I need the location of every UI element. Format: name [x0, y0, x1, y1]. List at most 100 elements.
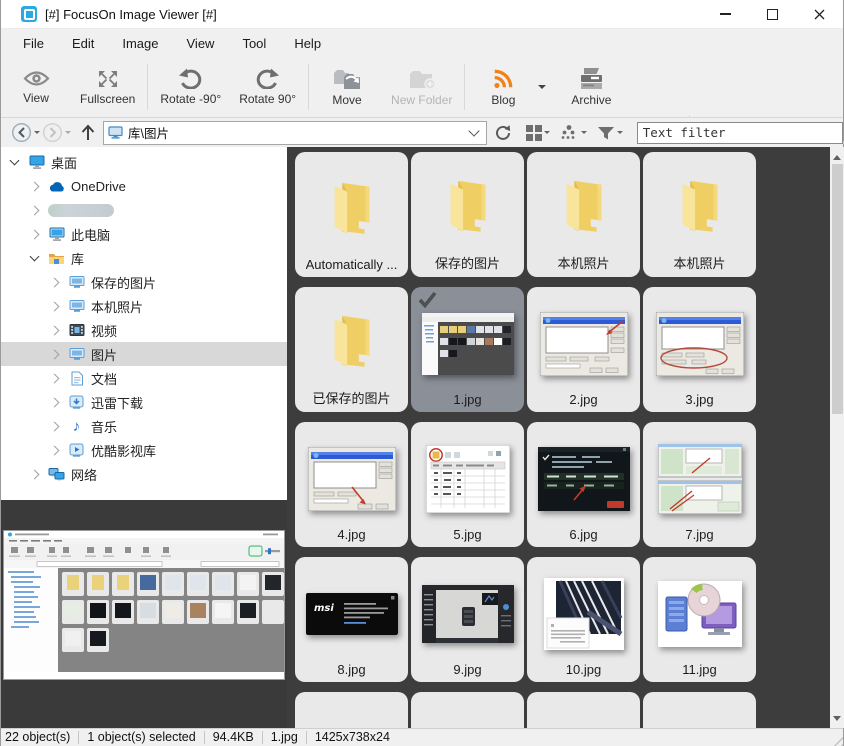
fullscreen-button[interactable]: Fullscreen	[71, 65, 144, 110]
new-folder-button[interactable]: New Folder	[382, 64, 461, 111]
blog-dropdown-caret[interactable]	[538, 85, 546, 93]
new-folder-label: New Folder	[391, 93, 452, 107]
refresh-button[interactable]	[494, 124, 512, 142]
close-button[interactable]	[796, 0, 843, 28]
expand-chevron[interactable]	[50, 277, 60, 287]
thumbnail-grid: Automatically ... 保存的图片 本机照片 本机照片 已保存的图片	[287, 147, 830, 728]
rss-icon	[491, 68, 515, 90]
image-thumbnail	[422, 566, 514, 662]
tile-image-partial-3[interactable]	[527, 692, 640, 728]
view-button[interactable]: View	[1, 65, 71, 109]
up-button[interactable]	[79, 123, 97, 142]
tile-image-5jpg[interactable]: 5.jpg	[411, 422, 524, 547]
tree-item-onedrive[interactable]: OneDrive	[1, 174, 288, 198]
status-selected-count: 1 object(s) selected	[79, 731, 204, 744]
expand-chevron[interactable]	[30, 205, 40, 215]
filter-button[interactable]	[597, 125, 625, 141]
expand-chevron[interactable]	[30, 229, 40, 239]
tile-image-8jpg[interactable]: msi 8.jpg	[295, 557, 408, 682]
expand-chevron[interactable]	[50, 445, 60, 455]
tree-item-desktop[interactable]: 桌面	[1, 150, 275, 174]
tile-image-partial-2[interactable]	[411, 692, 524, 728]
tile-image-partial-4[interactable]	[643, 692, 756, 728]
tile-image-2jpg[interactable]: 2.jpg	[527, 287, 640, 412]
tree-item-videos[interactable]: 视频	[1, 318, 288, 342]
archive-button[interactable]: Archive	[556, 63, 626, 111]
menu-bar: File Edit Image View Tool Help	[1, 29, 843, 57]
menu-view[interactable]: View	[173, 31, 229, 56]
tile-image-3jpg[interactable]: 3.jpg	[643, 287, 756, 412]
tile-folder-local-photos-2[interactable]: 本机照片	[643, 152, 756, 277]
tile-folder-local-photos-1[interactable]: 本机照片	[527, 152, 640, 277]
address-input[interactable]: 库\图片	[103, 121, 487, 145]
tile-image-7jpg[interactable]: 7.jpg	[643, 422, 756, 547]
grid-scrollbar-thumb[interactable]	[832, 164, 843, 414]
tile-image-9jpg[interactable]: 9.jpg	[411, 557, 524, 682]
msi-logo-text: msi	[314, 603, 334, 614]
back-history-caret[interactable]	[34, 131, 40, 137]
expand-chevron[interactable]	[50, 421, 60, 431]
tile-folder-already-saved[interactable]: 已保存的图片	[295, 287, 408, 412]
menu-help[interactable]: Help	[280, 31, 335, 56]
forward-button[interactable]	[42, 122, 63, 143]
tree-item-documents[interactable]: 文档	[1, 366, 288, 390]
image-thumbnail	[658, 431, 742, 527]
tree-item-thunder-download[interactable]: 迅雷下载	[1, 390, 288, 414]
forward-history-caret[interactable]	[65, 131, 71, 137]
address-dropdown-chevron[interactable]	[468, 125, 479, 136]
tile-folder-automatically[interactable]: Automatically ...	[295, 152, 408, 277]
tile-image-11jpg[interactable]: 11.jpg	[643, 557, 756, 682]
scroll-down-arrow[interactable]	[830, 712, 844, 728]
scroll-up-arrow[interactable]	[830, 147, 844, 163]
tree-item-music[interactable]: ♪ 音乐	[1, 414, 288, 438]
maximize-button[interactable]	[749, 0, 796, 28]
view-mode-button[interactable]	[525, 124, 552, 141]
expand-chevron[interactable]	[50, 301, 60, 311]
back-button[interactable]	[11, 122, 32, 143]
expand-chevron[interactable]	[50, 373, 60, 383]
tree-item-libraries[interactable]: 库	[1, 246, 288, 270]
filter-caret[interactable]	[617, 131, 623, 137]
menu-image[interactable]: Image	[108, 31, 172, 56]
tree-item-youku-library[interactable]: 优酷影视库	[1, 438, 288, 462]
collapse-chevron[interactable]	[30, 252, 40, 262]
redacted-user-label	[48, 204, 114, 217]
grid-scrollbar[interactable]	[830, 147, 844, 728]
rotate-cw-button[interactable]: Rotate 90°	[230, 64, 305, 110]
tile-image-partial-1[interactable]	[295, 692, 408, 728]
expand-chevron[interactable]	[50, 349, 60, 359]
expand-chevron[interactable]	[30, 469, 40, 479]
sort-caret[interactable]	[581, 131, 587, 137]
collapse-chevron[interactable]	[10, 156, 20, 166]
tree-label: 音乐	[91, 417, 117, 436]
expand-chevron[interactable]	[30, 181, 40, 191]
minimize-button[interactable]	[702, 0, 749, 28]
desktop-icon	[28, 154, 45, 170]
rotate-ccw-button[interactable]: Rotate -90°	[151, 64, 230, 110]
menu-edit[interactable]: Edit	[58, 31, 108, 56]
tree-item-local-photos[interactable]: 本机照片	[1, 294, 288, 318]
menu-tool[interactable]: Tool	[228, 31, 280, 56]
tile-image-10jpg[interactable]: 10.jpg	[527, 557, 640, 682]
move-button[interactable]: Move	[312, 64, 382, 111]
text-filter-input[interactable]	[637, 122, 843, 144]
view-mode-caret[interactable]	[544, 131, 550, 137]
tree-item-pictures[interactable]: 图片	[1, 342, 288, 366]
tree-label: 网络	[71, 465, 97, 484]
tile-image-4jpg[interactable]: 4.jpg	[295, 422, 408, 547]
menu-file[interactable]: File	[9, 31, 58, 56]
tile-folder-saved-pictures[interactable]: 保存的图片	[411, 152, 524, 277]
tile-image-6jpg[interactable]: 6.jpg	[527, 422, 640, 547]
blog-button[interactable]: Blog	[468, 64, 538, 111]
tree-item-saved-pictures[interactable]: 保存的图片	[1, 270, 288, 294]
tile-image-1jpg[interactable]: 1.jpg	[411, 287, 524, 412]
tree-item-this-pc[interactable]: 此电脑	[1, 222, 288, 246]
tree-label: 桌面	[51, 153, 77, 172]
expand-chevron[interactable]	[50, 397, 60, 407]
tree-item-user-redacted[interactable]	[1, 198, 288, 222]
sort-button[interactable]	[560, 124, 589, 141]
expand-chevron[interactable]	[50, 325, 60, 335]
tree-item-network[interactable]: 网络	[1, 462, 288, 486]
window-title: [#] FocusOn Image Viewer [#]	[45, 7, 217, 22]
fullscreen-label: Fullscreen	[80, 92, 135, 106]
